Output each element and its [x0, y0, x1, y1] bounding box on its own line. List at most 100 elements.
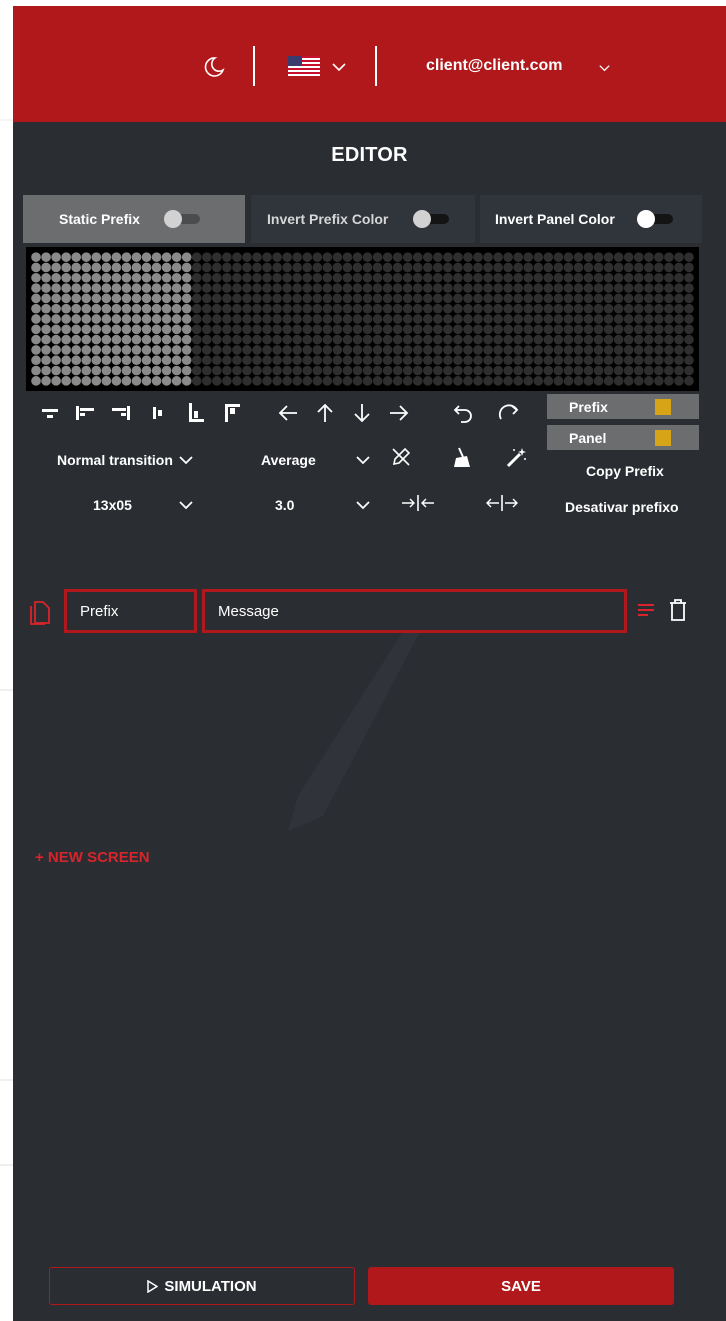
led-dot[interactable]: [212, 293, 222, 304]
led-dot[interactable]: [282, 283, 292, 293]
led-dot[interactable]: [674, 355, 684, 366]
led-dot-prefix[interactable]: [181, 376, 192, 386]
led-dot-prefix[interactable]: [71, 324, 82, 335]
led-dot[interactable]: [302, 334, 313, 345]
led-dot[interactable]: [342, 283, 353, 293]
led-dot[interactable]: [463, 262, 473, 273]
led-dot-prefix[interactable]: [71, 334, 82, 345]
user-email[interactable]: client@client.com: [426, 57, 563, 75]
led-dot[interactable]: [412, 272, 423, 283]
led-dot[interactable]: [463, 314, 473, 324]
led-dot[interactable]: [262, 324, 272, 335]
led-dot[interactable]: [633, 293, 644, 304]
led-dot[interactable]: [623, 283, 634, 293]
led-dot[interactable]: [322, 314, 333, 324]
led-dot[interactable]: [563, 334, 574, 345]
led-dot[interactable]: [222, 262, 232, 273]
led-dot[interactable]: [382, 283, 393, 293]
led-dot[interactable]: [613, 283, 624, 293]
led-dot[interactable]: [282, 365, 292, 376]
led-dot[interactable]: [573, 272, 584, 283]
led-dot[interactable]: [583, 283, 594, 293]
led-dot[interactable]: [493, 272, 503, 283]
led-dot-prefix[interactable]: [61, 324, 71, 335]
led-dot[interactable]: [503, 262, 513, 273]
led-dot[interactable]: [473, 283, 483, 293]
led-dot[interactable]: [252, 345, 262, 355]
led-dot[interactable]: [201, 272, 212, 283]
led-dot-prefix[interactable]: [141, 293, 152, 304]
led-dot[interactable]: [633, 283, 644, 293]
led-dot[interactable]: [664, 283, 674, 293]
led-dot[interactable]: [684, 272, 694, 283]
led-dot[interactable]: [392, 272, 403, 283]
led-dot[interactable]: [443, 355, 453, 366]
led-dot[interactable]: [322, 334, 333, 345]
led-dot[interactable]: [513, 334, 524, 345]
led-dot-prefix[interactable]: [31, 345, 41, 355]
led-dot-prefix[interactable]: [71, 355, 82, 366]
led-dot[interactable]: [613, 376, 624, 386]
led-dot[interactable]: [633, 365, 644, 376]
led-dot[interactable]: [563, 252, 574, 262]
led-dot[interactable]: [654, 376, 664, 386]
led-dot[interactable]: [232, 334, 242, 345]
led-dot[interactable]: [201, 345, 212, 355]
led-dot[interactable]: [402, 324, 413, 335]
led-dot[interactable]: [573, 283, 584, 293]
led-dot-prefix[interactable]: [171, 293, 182, 304]
led-dot-prefix[interactable]: [41, 324, 51, 335]
led-dot-prefix[interactable]: [181, 272, 192, 283]
led-dot[interactable]: [633, 303, 644, 314]
led-dot[interactable]: [493, 314, 503, 324]
led-dot[interactable]: [352, 365, 363, 376]
led-dot[interactable]: [603, 262, 614, 273]
led-dot[interactable]: [463, 283, 473, 293]
led-dot[interactable]: [613, 303, 624, 314]
led-dot[interactable]: [292, 365, 303, 376]
led-dot-prefix[interactable]: [41, 314, 51, 324]
led-dot[interactable]: [312, 376, 323, 386]
led-dot-prefix[interactable]: [81, 293, 92, 304]
led-dot-prefix[interactable]: [141, 283, 152, 293]
led-dot[interactable]: [242, 345, 252, 355]
led-dot[interactable]: [623, 355, 634, 366]
led-dot-prefix[interactable]: [81, 324, 92, 335]
led-dot[interactable]: [593, 293, 604, 304]
led-dot[interactable]: [382, 376, 393, 386]
led-dot-prefix[interactable]: [121, 355, 132, 366]
led-dot[interactable]: [603, 355, 614, 366]
led-dot[interactable]: [392, 314, 403, 324]
led-dot[interactable]: [252, 272, 262, 283]
led-dot[interactable]: [282, 376, 292, 386]
led-dot[interactable]: [533, 365, 544, 376]
led-dot[interactable]: [362, 272, 373, 283]
led-dot-prefix[interactable]: [41, 345, 51, 355]
led-dot-prefix[interactable]: [31, 355, 41, 366]
led-dot-prefix[interactable]: [181, 324, 192, 335]
led-dot[interactable]: [372, 334, 383, 345]
led-dot[interactable]: [362, 303, 373, 314]
led-dot-prefix[interactable]: [141, 314, 152, 324]
led-dot[interactable]: [563, 324, 574, 335]
led-dot[interactable]: [543, 355, 554, 366]
led-dot[interactable]: [553, 365, 564, 376]
align-lines-icon[interactable]: [637, 602, 655, 618]
led-dot[interactable]: [674, 365, 684, 376]
led-dot[interactable]: [212, 262, 222, 273]
led-dot[interactable]: [563, 355, 574, 366]
led-dot[interactable]: [603, 272, 614, 283]
led-dot[interactable]: [533, 252, 544, 262]
led-dot[interactable]: [352, 376, 363, 386]
led-dot[interactable]: [412, 355, 423, 366]
led-dot-prefix[interactable]: [81, 376, 92, 386]
led-dot-prefix[interactable]: [171, 334, 182, 345]
led-dot[interactable]: [493, 283, 503, 293]
led-dot-prefix[interactable]: [151, 252, 162, 262]
led-dot[interactable]: [292, 355, 303, 366]
led-dot-prefix[interactable]: [151, 376, 162, 386]
led-dot[interactable]: [322, 252, 333, 262]
led-dot[interactable]: [473, 365, 483, 376]
led-dot[interactable]: [583, 324, 594, 335]
led-dot[interactable]: [312, 314, 323, 324]
